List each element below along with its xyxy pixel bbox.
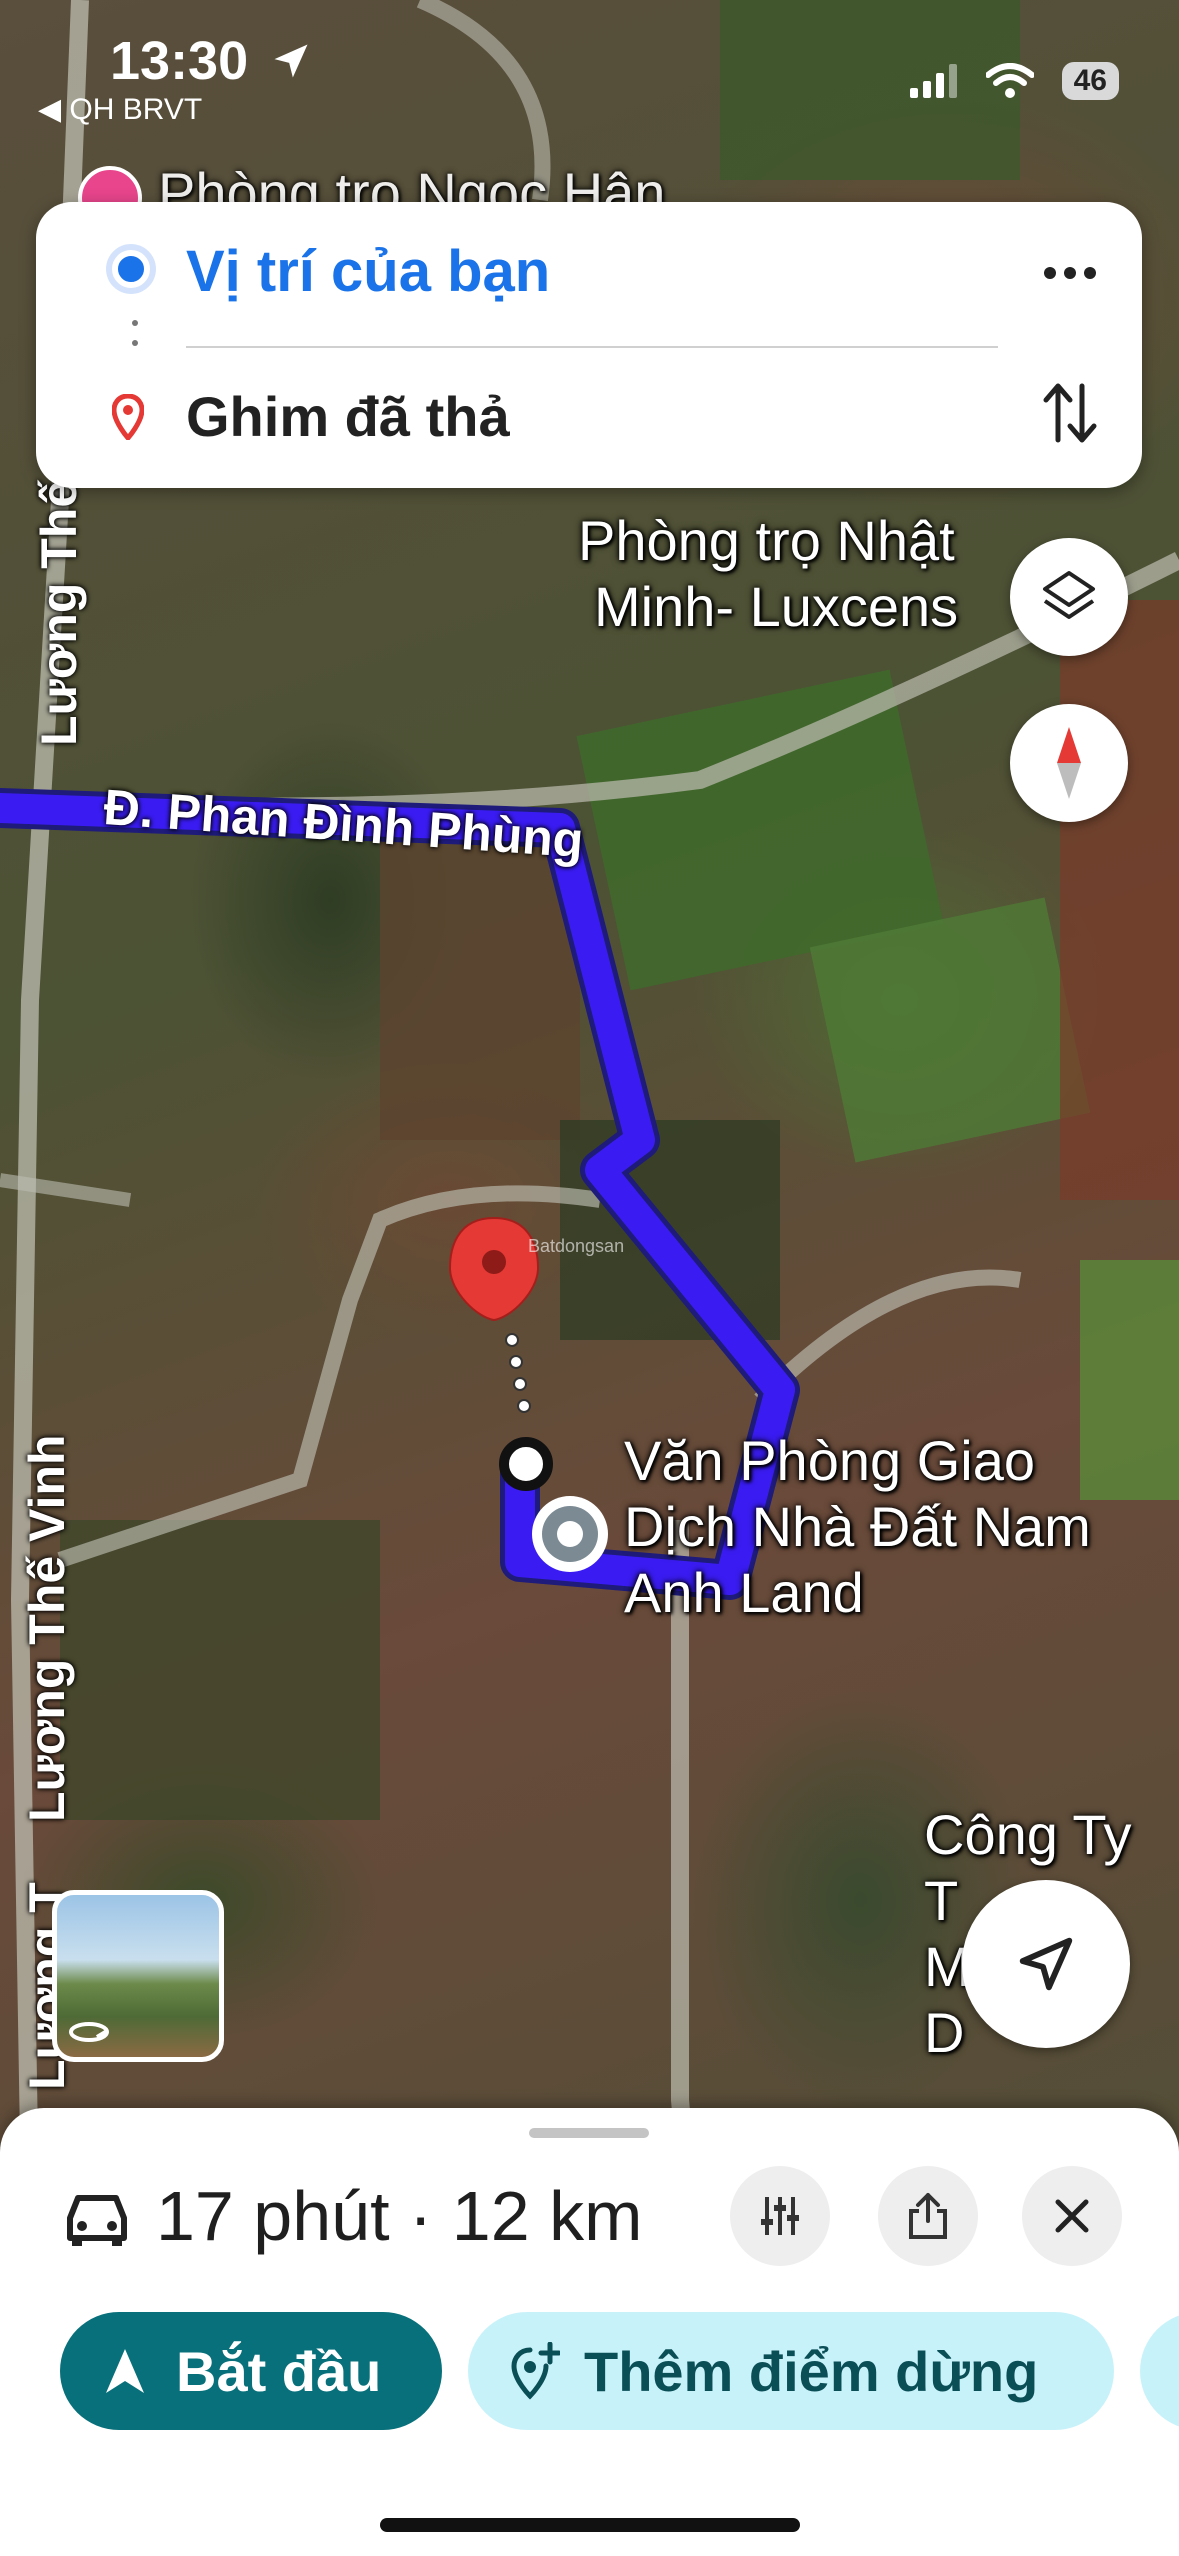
add-stop-label: Thêm điểm dừng — [584, 2339, 1039, 2403]
more-options-button[interactable] — [1040, 248, 1100, 298]
route-connector — [132, 320, 138, 360]
signal-icon — [909, 64, 957, 98]
compass-button[interactable] — [1010, 704, 1128, 822]
close-button[interactable] — [1022, 2166, 1122, 2266]
add-stop-button[interactable]: Thêm điểm dừng — [468, 2312, 1114, 2430]
compass-icon — [1057, 727, 1081, 799]
more-horizontal-icon — [1044, 267, 1096, 279]
location-arrow-icon — [274, 44, 308, 78]
place-label-line: Văn Phòng Giao — [624, 1429, 1035, 1492]
close-icon — [1055, 2199, 1089, 2233]
status-time-text: 13:30 — [110, 31, 249, 91]
status-icons: 46 — [909, 62, 1119, 100]
battery-indicator: 46 — [1061, 62, 1119, 100]
share-button[interactable] — [878, 2166, 978, 2266]
watermark: Batdongsan — [528, 1236, 625, 1256]
status-time: 13:30 — [110, 30, 313, 92]
origin-field[interactable]: Vị trí của bạn — [186, 238, 550, 305]
divider — [186, 346, 998, 348]
start-button[interactable]: Bắt đầu — [60, 2312, 442, 2430]
place-label-nhat-minh[interactable]: Phòng trọ Nhật Minh- Luxcens — [578, 508, 958, 640]
route-start-marker — [499, 1437, 553, 1491]
navigation-arrow-icon — [1019, 1937, 1073, 1991]
place-label-nam-anh-land[interactable]: Văn Phòng Giao Dịch Nhà Đất Nam Anh Land — [624, 1428, 1091, 1626]
place-label-line: Anh Land — [624, 1561, 864, 1624]
road-label-luong-the-vinh: Lương Thế Vinh — [19, 1434, 75, 1822]
wifi-icon — [985, 63, 1034, 98]
route-options-button[interactable] — [730, 2166, 830, 2266]
recenter-button[interactable] — [962, 1880, 1130, 2048]
dropped-pin-icon — [448, 1216, 540, 1322]
home-indicator[interactable] — [380, 2518, 800, 2532]
layers-button[interactable] — [1010, 538, 1128, 656]
road-label-luong-the-top: Lương Thế — [31, 479, 87, 746]
place-label-line: Dịch Nhà Đất Nam — [624, 1495, 1091, 1558]
back-to-app-link[interactable]: ◀ QH BRVT — [38, 92, 202, 127]
destination-pin-icon — [112, 394, 144, 440]
place-label-line: Phòng trọ Nhật — [578, 509, 955, 572]
navigation-arrow-icon — [106, 2349, 144, 2393]
trip-summary: 17 phút · 12 km — [156, 2177, 643, 2255]
swap-route-button[interactable] — [1040, 378, 1100, 448]
swap-vertical-icon — [1043, 383, 1097, 443]
your-location-icon — [112, 250, 150, 288]
share-icon — [909, 2193, 947, 2239]
layers-icon — [1043, 571, 1095, 619]
street-view-thumbnail[interactable] — [52, 1890, 224, 2062]
destination-field[interactable]: Ghim đã thả — [186, 384, 510, 449]
start-label: Bắt đầu — [176, 2339, 382, 2403]
sheet-drag-handle[interactable] — [529, 2128, 649, 2138]
walking-dots — [505, 1333, 531, 1413]
street-view-360-icon — [69, 2022, 109, 2042]
sliders-icon — [761, 2197, 799, 2235]
place-label-line: Minh- Luxcens — [594, 575, 959, 638]
add-location-icon — [511, 2342, 560, 2400]
car-icon — [67, 2195, 127, 2246]
